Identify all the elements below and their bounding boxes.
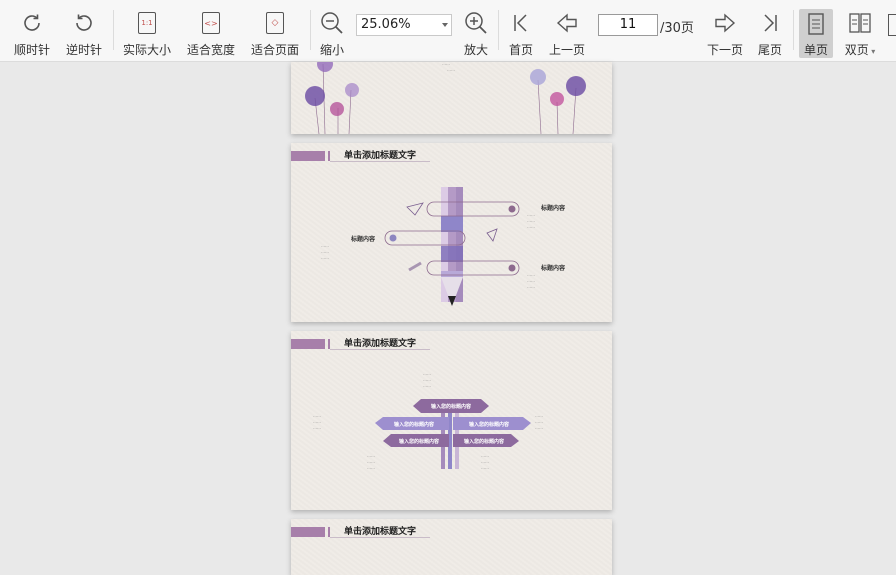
rotate-counterclockwise-icon [71, 10, 97, 36]
actual-size-icon: 1:1 [134, 10, 160, 36]
arrow-right-icon [712, 10, 738, 36]
signpost-tag: 输入您的标题内容 [430, 403, 471, 410]
chevron-down-icon[interactable] [442, 23, 448, 27]
page-number-input[interactable]: 11 [598, 14, 658, 36]
pencil-infographic [384, 187, 520, 306]
fit-width-label: 适合宽度 [186, 43, 235, 57]
actual-size-label: 实际大小 [122, 43, 171, 57]
next-page-label: 下一页 [706, 43, 743, 57]
single-page-icon [803, 11, 829, 36]
zoom-in-label: 放大 [463, 43, 488, 57]
rotate-clockwise-label: 顺时针 [13, 43, 50, 57]
fit-page-icon: ◇ [262, 10, 288, 36]
last-page-icon [757, 10, 783, 36]
arrow-left-icon [554, 10, 580, 36]
signpost-tag: 输入您的标题内容 [393, 421, 434, 428]
item-heading: 标题内容 [541, 265, 566, 272]
slide-title: 单击添加标题文字 [344, 527, 417, 537]
last-page-label: 尾页 [757, 43, 782, 57]
last-page-button[interactable]: 尾页 [754, 0, 786, 62]
sign-caption: ……………… [423, 371, 431, 388]
slide-thumbnail: 单击添加标题文字 ……………… 输入您的标题内容 输入您的标题内容 输入您的标题… [291, 331, 612, 510]
zoom-level-value: 25.06% [361, 17, 411, 32]
dandelion-illustration [305, 62, 586, 134]
rotate-clockwise-icon [19, 10, 45, 36]
fit-width-button[interactable]: <> 适合宽度 [184, 0, 238, 62]
item-heading: 标题内容 [541, 205, 566, 212]
sign-caption: ……………… [313, 413, 321, 430]
rotate-clockwise-button[interactable]: 顺时针 [8, 0, 56, 62]
more-tools-overflow[interactable] [888, 10, 896, 54]
zoom-in-icon [463, 10, 489, 36]
item-body: ……………… [527, 272, 535, 289]
actual-size-button[interactable]: 1:1 实际大小 [120, 0, 174, 62]
title-accent-bar [328, 527, 330, 537]
sign-caption: ……………… [481, 453, 489, 470]
signpost-tag: 输入您的标题内容 [463, 438, 504, 445]
first-page-button[interactable]: 首页 [505, 0, 537, 62]
signpost-tag: 输入您的标题内容 [468, 421, 509, 428]
sign-caption: ……………… [367, 453, 375, 470]
fit-width-icon: <> [198, 10, 224, 36]
double-page-icon [847, 10, 873, 36]
toolbar-divider [793, 10, 794, 50]
slide-thumbnail: 单击添加标题文字 [291, 519, 612, 575]
first-page-label: 首页 [508, 43, 533, 57]
zoom-out-button[interactable]: 缩小 [316, 0, 348, 62]
item-heading: 标题内容 [351, 236, 376, 243]
toolbar-divider [498, 10, 499, 50]
title-underline [330, 537, 430, 538]
double-page-button[interactable]: 双页 ▾ [840, 0, 880, 62]
slide-thumbnail: …… …… [291, 62, 612, 134]
slide-thumbnail: 单击添加标题文字 标题内容 ……………… 标题内容 ……………… 标题内容 ……… [291, 143, 612, 322]
item-body: ……………… [527, 212, 535, 229]
single-page-label: 单页 [803, 43, 828, 57]
zoom-in-button[interactable]: 放大 [460, 0, 492, 62]
title-accent-bar [291, 527, 325, 537]
toolbar-divider [310, 10, 311, 50]
toolbar-divider [113, 10, 114, 50]
sign-caption: ……………… [535, 413, 543, 430]
signpost-tag: 输入您的标题内容 [398, 438, 439, 445]
double-page-label: 双页 ▾ [844, 43, 876, 57]
zoom-out-icon [319, 10, 345, 36]
toolbar: 顺时针 逆时针 1:1 实际大小 <> 适合宽度 ◇ 适合页面 缩小 25.06… [0, 0, 896, 62]
previous-page-button[interactable]: 上一页 [545, 0, 589, 62]
fit-page-label: 适合页面 [250, 43, 299, 57]
previous-page-label: 上一页 [548, 43, 585, 57]
single-page-button[interactable]: 单页 [799, 9, 833, 58]
next-page-button[interactable]: 下一页 [704, 0, 746, 62]
rotate-counterclockwise-label: 逆时针 [65, 43, 102, 57]
fit-page-button[interactable]: ◇ 适合页面 [247, 0, 303, 62]
rotate-counterclockwise-button[interactable]: 逆时针 [60, 0, 108, 62]
zoom-out-label: 缩小 [319, 43, 344, 57]
chevron-down-icon[interactable]: ▾ [869, 47, 875, 56]
first-page-icon [508, 10, 534, 36]
page-total-label: /30页 [660, 21, 694, 36]
item-body: ……………… [321, 243, 329, 260]
zoom-level-select[interactable]: 25.06% [356, 14, 452, 36]
